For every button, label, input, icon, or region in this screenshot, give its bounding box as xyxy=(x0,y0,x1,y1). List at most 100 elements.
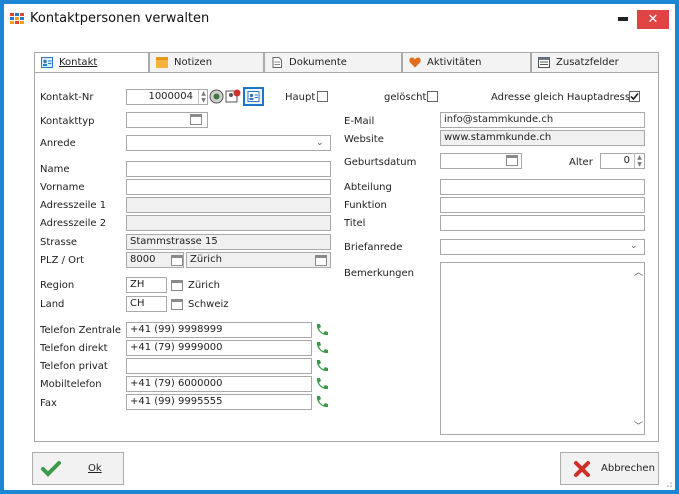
kontakt-nr-field[interactable]: 1000004 xyxy=(126,89,208,105)
haupt-checkbox[interactable] xyxy=(317,91,328,102)
bemerkungen-textarea[interactable] xyxy=(440,262,645,435)
app-grid-icon xyxy=(10,13,24,25)
name-field[interactable] xyxy=(126,161,331,177)
land-lookup-icon[interactable] xyxy=(171,299,183,310)
tab-zusatzfelder[interactable]: Zusatzfelder xyxy=(531,52,659,72)
phone-dial-icon[interactable] xyxy=(314,395,329,409)
geloescht-label: gelöscht xyxy=(384,92,427,103)
checkmark-icon xyxy=(630,93,639,101)
telefon-zentrale-field[interactable]: +41 (99) 9998999 xyxy=(126,322,312,338)
tab-aktivitaeten[interactable]: Aktivitäten xyxy=(402,52,531,72)
kontakt-nr-spinner[interactable]: ▲ ▼ xyxy=(198,90,208,104)
contact-delete-icon[interactable] xyxy=(225,89,242,104)
ort-lookup-icon[interactable] xyxy=(315,255,327,266)
phone-dial-icon[interactable] xyxy=(314,341,329,355)
tab-kontakt[interactable]: Kontakt xyxy=(34,52,149,73)
funktion-field[interactable] xyxy=(440,197,645,213)
website-label: Website xyxy=(344,134,384,145)
region-label: Region xyxy=(40,280,75,291)
geburtsdatum-label: Geburtsdatum xyxy=(344,157,417,168)
calendar-icon[interactable] xyxy=(506,155,518,166)
tab-kontakt-label: Kontakt xyxy=(59,57,98,68)
contact-card-button[interactable] xyxy=(243,87,264,106)
alter-label: Alter xyxy=(569,157,593,168)
tab-dokumente[interactable]: Dokumente xyxy=(264,52,402,72)
calendar-icon[interactable] xyxy=(190,114,202,125)
cancel-x-icon xyxy=(574,461,590,477)
tab-aktivitaeten-label: Aktivitäten xyxy=(427,57,482,68)
adresszeile1-label: Adresszeile 1 xyxy=(40,200,107,211)
contact-card-icon xyxy=(41,57,53,68)
land-name: Schweiz xyxy=(188,299,229,310)
kontakt-nr-label: Kontakt-Nr xyxy=(40,92,94,103)
telefon-privat-field[interactable] xyxy=(126,358,312,374)
telefon-direkt-label: Telefon direkt xyxy=(40,343,108,354)
adresse-gleich-checkbox[interactable] xyxy=(629,91,640,102)
minimize-icon xyxy=(618,17,628,21)
adresszeile2-label: Adresszeile 2 xyxy=(40,218,107,229)
alter-spinner[interactable]: ▲ ▼ xyxy=(634,154,644,168)
plz-lookup-icon[interactable] xyxy=(171,255,183,266)
mobiltelefon-field[interactable]: +41 (79) 6000000 xyxy=(126,376,312,392)
dialog-window: Kontaktpersonen verwalten ✕ Kontakt Noti… xyxy=(4,4,675,490)
cancel-button[interactable]: Abbrechen xyxy=(560,452,659,485)
bemerkungen-scrollbar[interactable]: ︿ ﹀ xyxy=(631,263,644,434)
strasse-label: Strasse xyxy=(40,237,78,248)
contact-card-icon xyxy=(247,91,260,102)
email-field[interactable]: info@stammkunde.ch xyxy=(440,112,645,128)
geloescht-checkbox[interactable] xyxy=(427,91,438,102)
website-field[interactable]: www.stammkunde.ch xyxy=(440,130,645,146)
lookup-icon[interactable] xyxy=(209,89,224,104)
bemerkungen-label: Bemerkungen xyxy=(344,268,415,279)
tab-dokumente-label: Dokumente xyxy=(289,57,347,68)
close-button[interactable]: ✕ xyxy=(637,10,669,29)
briefanrede-select[interactable] xyxy=(440,239,645,255)
land-label: Land xyxy=(40,299,65,310)
funktion-label: Funktion xyxy=(344,200,387,211)
scroll-down-icon[interactable]: ﹀ xyxy=(634,419,643,432)
minimize-button[interactable] xyxy=(614,10,632,26)
extra-fields-icon xyxy=(538,57,550,68)
title-bar: Kontaktpersonen verwalten ✕ xyxy=(4,4,675,34)
ok-button[interactable]: Ok xyxy=(32,452,124,485)
checkmark-icon xyxy=(41,461,61,477)
fax-field[interactable]: +41 (99) 9995555 xyxy=(126,394,312,410)
abteilung-label: Abteilung xyxy=(344,182,392,193)
land-code-field[interactable]: CH xyxy=(126,296,167,312)
heart-icon xyxy=(409,57,421,68)
ok-label: Ok xyxy=(88,463,102,474)
phone-dial-icon[interactable] xyxy=(314,323,329,337)
haupt-label: Haupt xyxy=(285,92,316,103)
tab-notizen[interactable]: Notizen xyxy=(149,52,264,72)
adresszeile2-field[interactable] xyxy=(126,215,331,231)
resize-grip-icon[interactable] xyxy=(665,480,673,488)
sticky-note-icon xyxy=(156,57,168,68)
phone-dial-icon[interactable] xyxy=(314,359,329,373)
region-code-field[interactable]: ZH xyxy=(126,277,167,293)
briefanrede-label: Briefanrede xyxy=(344,242,403,253)
fax-label: Fax xyxy=(40,398,57,409)
vorname-field[interactable] xyxy=(126,179,331,195)
anrede-select[interactable] xyxy=(126,135,331,151)
ort-field[interactable]: Zürich xyxy=(186,252,331,268)
close-icon: ✕ xyxy=(647,12,659,27)
chevron-down-icon[interactable]: ⌄ xyxy=(630,241,638,251)
titel-field[interactable] xyxy=(440,215,645,231)
cancel-label: Abbrechen xyxy=(601,463,655,474)
email-label: E-Mail xyxy=(344,116,375,127)
document-icon xyxy=(272,57,282,68)
phone-dial-icon[interactable] xyxy=(314,377,329,391)
adresszeile1-field[interactable] xyxy=(126,197,331,213)
kontakttyp-label: Kontakttyp xyxy=(40,116,95,127)
telefon-direkt-field[interactable]: +41 (79) 9999000 xyxy=(126,340,312,356)
tab-zusatzfelder-label: Zusatzfelder xyxy=(556,57,619,68)
mobiltelefon-label: Mobiltelefon xyxy=(40,379,102,390)
region-name: Zürich xyxy=(188,280,220,291)
titel-label: Titel xyxy=(344,218,366,229)
scroll-up-icon[interactable]: ︿ xyxy=(634,265,643,278)
region-lookup-icon[interactable] xyxy=(171,280,183,291)
tab-bar: Kontakt Notizen Dokumente Aktivitäten Zu… xyxy=(34,52,659,73)
abteilung-field[interactable] xyxy=(440,179,645,195)
strasse-field[interactable]: Stammstrasse 15 xyxy=(126,234,331,250)
chevron-down-icon[interactable]: ⌄ xyxy=(316,138,324,148)
